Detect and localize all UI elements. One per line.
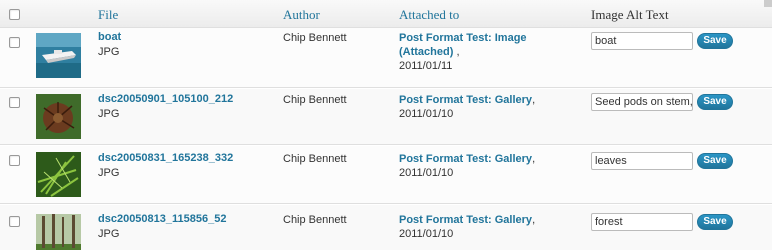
author-name: Chip Bennett	[283, 94, 347, 106]
column-header-alt-text: Image Alt Text	[591, 7, 669, 22]
alt-text-input[interactable]: leaves	[591, 152, 693, 170]
save-button[interactable]: Save	[697, 94, 733, 110]
alt-text-input[interactable]: forest	[591, 213, 693, 231]
alt-text-input[interactable]: boat	[591, 32, 693, 50]
file-name-link[interactable]: dsc20050813_115856_52	[98, 213, 226, 225]
column-header-file[interactable]: File	[98, 7, 118, 23]
row-checkbox[interactable]	[9, 97, 20, 108]
attached-post-link[interactable]: Post Format Test: Gallery	[399, 153, 532, 165]
leaves-thumbnail-icon[interactable]	[36, 152, 81, 197]
table-row: dsc20050901_105100_212 JPG Chip Bennett …	[0, 89, 772, 145]
attached-to-cell: Post Format Test: Gallery, 2011/01/10	[399, 93, 579, 121]
author-name: Chip Bennett	[283, 214, 347, 226]
author-name: Chip Bennett	[283, 153, 347, 165]
file-name-link[interactable]: dsc20050831_165238_332	[98, 152, 233, 164]
file-cell: dsc20050831_165238_332 JPG	[98, 152, 233, 179]
file-cell: dsc20050901_105100_212 JPG	[98, 93, 233, 120]
forest-thumbnail-icon[interactable]	[36, 214, 81, 250]
seed-pods-thumbnail-icon[interactable]	[36, 94, 81, 139]
file-type: JPG	[98, 46, 120, 58]
row-checkbox[interactable]	[9, 37, 20, 48]
table-row: boat JPG Chip Bennett Post Format Test: …	[0, 28, 772, 88]
file-type: JPG	[98, 228, 120, 240]
file-type: JPG	[98, 108, 120, 120]
boat-thumbnail-icon[interactable]	[36, 33, 81, 78]
table-row: dsc20050813_115856_52 JPG Chip Bennett P…	[0, 205, 772, 250]
attached-suffix: ,	[453, 46, 460, 58]
table-row: dsc20050831_165238_332 JPG Chip Bennett …	[0, 146, 772, 204]
attached-date: 2011/01/11	[399, 60, 453, 72]
author-name: Chip Bennett	[283, 32, 347, 44]
select-all-checkbox[interactable]	[9, 9, 20, 20]
table-header: File Author Attached to Image Alt Text	[0, 0, 772, 28]
alt-text-input[interactable]: Seed pods on stem, Wo	[591, 93, 693, 111]
file-name-link[interactable]: dsc20050901_105100_212	[98, 93, 233, 105]
save-button[interactable]: Save	[697, 214, 733, 230]
media-list-table: File Author Attached to Image Alt Text b…	[0, 0, 772, 250]
file-cell: boat JPG	[98, 31, 121, 58]
save-button[interactable]: Save	[697, 33, 733, 49]
attached-post-link[interactable]: Post Format Test: Gallery	[399, 214, 532, 226]
attached-to-cell: Post Format Test: Gallery, 2011/01/10	[399, 213, 579, 241]
attached-post-link[interactable]: Post Format Test: Image (Attached)	[399, 32, 527, 58]
row-checkbox[interactable]	[9, 216, 20, 227]
column-header-author[interactable]: Author	[283, 7, 320, 23]
row-checkbox[interactable]	[9, 155, 20, 166]
attached-to-cell: Post Format Test: Image (Attached) , 201…	[399, 31, 579, 73]
file-type: JPG	[98, 167, 120, 179]
save-button[interactable]: Save	[697, 153, 733, 169]
column-header-attached-to[interactable]: Attached to	[399, 7, 459, 23]
file-cell: dsc20050813_115856_52 JPG	[98, 213, 226, 240]
attached-post-link[interactable]: Post Format Test: Gallery	[399, 94, 532, 106]
file-name-link[interactable]: boat	[98, 31, 121, 43]
scrollbar[interactable]	[764, 0, 772, 7]
attached-to-cell: Post Format Test: Gallery, 2011/01/10	[399, 152, 579, 180]
